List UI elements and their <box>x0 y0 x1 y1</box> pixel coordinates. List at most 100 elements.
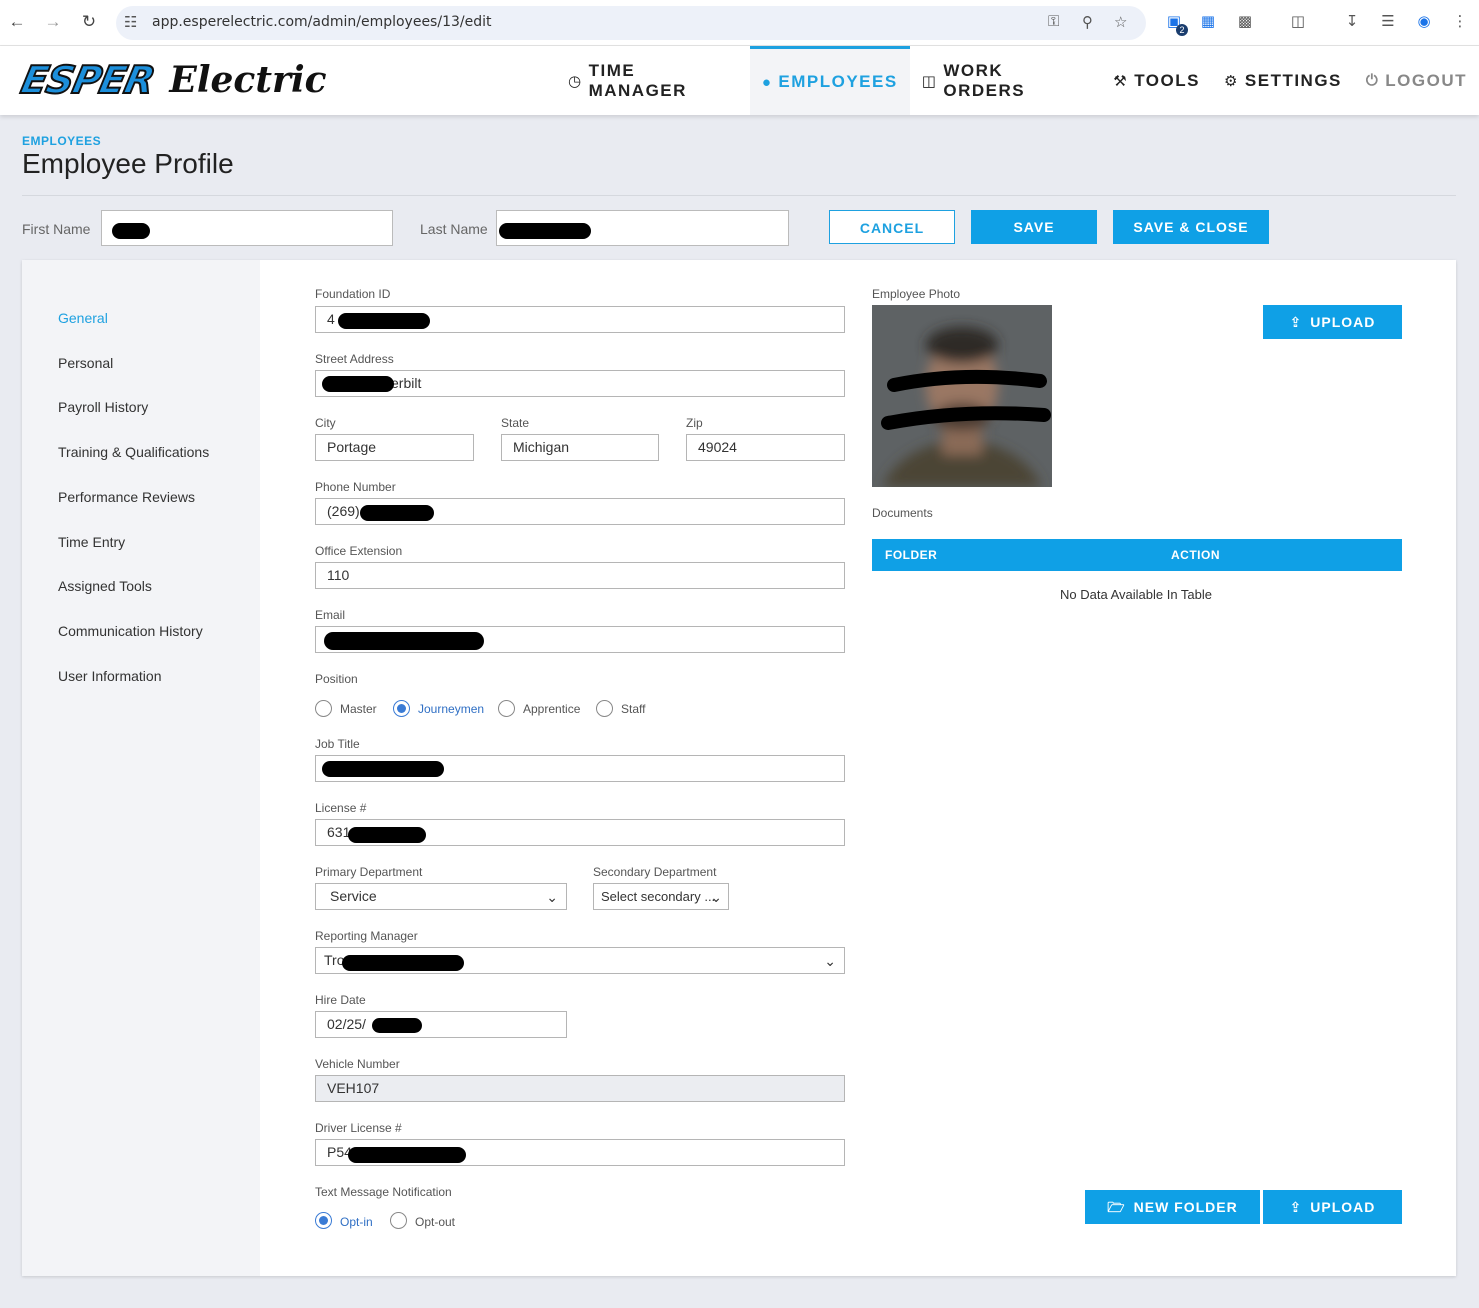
redaction-mark <box>360 505 434 521</box>
job-title-input[interactable] <box>315 755 845 782</box>
position-staff-radio[interactable] <box>596 700 613 717</box>
sidenav-communication-history[interactable]: Communication History <box>58 623 203 639</box>
license-input[interactable]: 631 <box>315 819 845 846</box>
vehicle-number-input: VEH107 <box>315 1075 845 1102</box>
upload-label: UPLOAD <box>1310 1199 1376 1215</box>
position-apprentice-radio[interactable] <box>498 700 515 717</box>
documents-empty-message: No Data Available In Table <box>1060 587 1213 602</box>
sidenav-general[interactable]: General <box>58 310 108 326</box>
back-icon[interactable]: ← <box>6 11 28 33</box>
first-name-input[interactable] <box>101 210 393 246</box>
reporting-manager-select[interactable]: Tro ⌄ <box>315 947 845 974</box>
position-apprentice-label[interactable]: Apprentice <box>523 702 580 716</box>
sidenav-training[interactable]: Training & Qualifications <box>58 444 209 460</box>
sidenav-performance-reviews[interactable]: Performance Reviews <box>58 489 195 505</box>
position-staff-label[interactable]: Staff <box>621 702 645 716</box>
phone-label: Phone Number <box>315 480 396 494</box>
primary-department-select[interactable]: Service ⌄ <box>315 883 567 910</box>
menu-kebab-icon[interactable]: ⋮ <box>1450 12 1470 32</box>
foundation-id-input[interactable]: 4 <box>315 306 845 333</box>
opt-in-label[interactable]: Opt-in <box>340 1215 373 1229</box>
primary-department-value: Service <box>330 888 377 904</box>
opt-in-radio[interactable] <box>315 1212 332 1229</box>
hire-date-input[interactable]: 02/25/ <box>315 1011 567 1038</box>
sidenav-user-information[interactable]: User Information <box>58 668 161 684</box>
address-bar[interactable]: ☷ app.esperelectric.com/admin/employees/… <box>116 6 1146 40</box>
license-value: 631 <box>327 824 351 840</box>
hire-date-value: 02/25/ <box>327 1016 366 1032</box>
phone-input[interactable]: (269) <box>315 498 845 525</box>
foundation-id-value: 4 <box>327 311 335 327</box>
sidenav-payroll-history[interactable]: Payroll History <box>58 399 148 415</box>
opt-out-label[interactable]: Opt-out <box>415 1215 455 1229</box>
hire-date-label: Hire Date <box>315 993 366 1007</box>
page-title: Employee Profile <box>22 148 234 179</box>
profile-panel: General Personal Payroll History Trainin… <box>22 260 1456 1276</box>
employee-photo-image <box>872 305 1052 487</box>
nav-work-orders[interactable]: ◫ WORK ORDERS <box>910 46 1102 115</box>
state-input[interactable]: Michigan <box>501 434 659 461</box>
nav-tools[interactable]: ⚒ TOOLS <box>1101 46 1212 115</box>
new-folder-button[interactable]: 🗁 NEW FOLDER <box>1085 1190 1260 1224</box>
first-name-label: First Name <box>22 221 91 237</box>
documents-upload-button[interactable]: ⇪ UPLOAD <box>1263 1190 1402 1224</box>
street-address-input[interactable]: erbilt <box>315 370 845 397</box>
street-address-label: Street Address <box>315 352 394 366</box>
zoom-icon[interactable]: ⚲ <box>1082 13 1093 31</box>
sidenav-personal[interactable]: Personal <box>58 355 113 371</box>
sidenav-assigned-tools[interactable]: Assigned Tools <box>58 578 152 594</box>
zip-input[interactable]: 49024 <box>686 434 845 461</box>
last-name-input[interactable] <box>496 210 789 246</box>
nav-label: SETTINGS <box>1244 70 1342 90</box>
nav-label: WORK ORDERS <box>943 60 1026 100</box>
redaction-mark <box>322 376 394 392</box>
sidenav-time-entry[interactable]: Time Entry <box>58 534 125 550</box>
url-text: app.esperelectric.com/admin/employees/13… <box>152 14 492 30</box>
position-label: Position <box>315 672 358 686</box>
forward-icon[interactable]: → <box>42 11 64 33</box>
tab-search-icon[interactable]: ◫ <box>1288 12 1308 32</box>
reload-icon[interactable]: ↻ <box>78 11 100 33</box>
employee-photo <box>872 305 1052 487</box>
position-master-radio[interactable] <box>315 700 332 717</box>
extensions-puzzle-icon[interactable]: ▩ <box>1235 12 1255 32</box>
profile-icon[interactable]: ◉ <box>1414 12 1434 32</box>
opt-out-radio[interactable] <box>390 1212 407 1229</box>
key-icon[interactable]: ⚿ <box>1048 13 1059 30</box>
cancel-button[interactable]: CANCEL <box>829 210 955 244</box>
position-journeymen-radio[interactable] <box>393 700 410 717</box>
position-master-label[interactable]: Master <box>340 702 377 716</box>
breadcrumb[interactable]: EMPLOYEES <box>22 134 101 148</box>
extension-badge-icon[interactable]: ▣ 2 <box>1164 12 1188 36</box>
save-close-button[interactable]: SAVE & CLOSE <box>1113 210 1269 244</box>
photo-upload-button[interactable]: ⇪ UPLOAD <box>1263 305 1402 339</box>
bookmark-star-icon[interactable]: ☆ <box>1114 13 1127 31</box>
save-button[interactable]: SAVE <box>971 210 1097 244</box>
zip-label: Zip <box>686 416 703 430</box>
email-input[interactable] <box>315 626 845 653</box>
job-title-label: Job Title <box>315 737 360 751</box>
action-column-header[interactable]: ACTION <box>1171 548 1220 562</box>
browser-toolbar: ← → ↻ ☷ app.esperelectric.com/admin/empl… <box>0 0 1479 46</box>
redaction-mark <box>348 1147 466 1163</box>
site-settings-icon[interactable]: ☷ <box>124 13 137 31</box>
folder-column-header[interactable]: FOLDER <box>885 548 937 562</box>
nav-time-manager[interactable]: ◷ TIME MANAGER <box>556 46 750 115</box>
position-journeymen-label[interactable]: Journeymen <box>418 702 484 716</box>
upload-label: UPLOAD <box>1310 314 1376 330</box>
media-queue-icon[interactable]: ☰ <box>1378 12 1398 32</box>
download-icon[interactable]: ↧ <box>1342 12 1362 32</box>
office-extension-input[interactable]: 110 <box>315 562 845 589</box>
city-input[interactable]: Portage <box>315 434 474 461</box>
nav-settings[interactable]: ⚙ SETTINGS <box>1212 46 1354 115</box>
nav-logout[interactable]: ⏻ LOGOUT <box>1354 46 1479 115</box>
state-label: State <box>501 416 530 430</box>
upload-icon: ⇪ <box>1289 1199 1303 1215</box>
street-address-value: erbilt <box>391 375 422 391</box>
driver-license-input[interactable]: P54 <box>315 1139 845 1166</box>
chevron-down-icon: ⌄ <box>824 953 836 969</box>
extension-fi-icon[interactable]: ▦ <box>1198 12 1218 32</box>
secondary-department-select[interactable]: Select secondary ... ⌄ <box>593 883 729 910</box>
nav-employees[interactable]: ● EMPLOYEES <box>749 46 910 115</box>
esper-electric-logo[interactable]: ESPER Electric <box>16 57 326 103</box>
